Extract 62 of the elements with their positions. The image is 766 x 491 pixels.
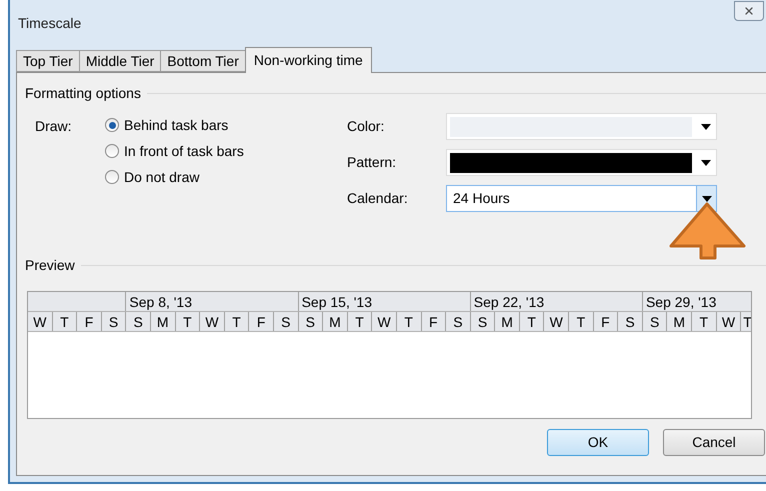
group-title: Formatting options [25, 84, 141, 103]
dialog-button[interactable]: OK [547, 429, 649, 456]
day-label: W [716, 312, 742, 331]
swatch-dropdown[interactable] [446, 113, 717, 140]
draw-label: Draw: [35, 117, 73, 136]
day-label: T [396, 312, 422, 331]
group-title: Preview [25, 256, 75, 275]
field-label: Pattern: [347, 153, 398, 172]
day-label: S [298, 312, 324, 331]
day-label: W [372, 312, 397, 331]
tab[interactable]: Non-working time [244, 47, 372, 73]
day-label: T [520, 312, 544, 331]
day-label: M [667, 312, 692, 331]
radio-button[interactable] [105, 144, 119, 158]
radio-option[interactable]: Behind task bars [105, 116, 347, 134]
tab[interactable]: Middle Tier [78, 50, 160, 72]
dropdown-arrow-icon [701, 124, 711, 130]
day-label: F [249, 312, 274, 331]
radio-button[interactable] [105, 118, 119, 132]
week-label: Sep 8, '13 [129, 294, 192, 310]
close-button[interactable] [734, 1, 764, 21]
day-label: F [77, 312, 102, 331]
calendar-dropdown[interactable]: 24 Hours [446, 185, 717, 212]
day-label: T [176, 312, 200, 331]
day-label: T [742, 313, 751, 331]
day-label: M [495, 312, 520, 331]
day-label: T [569, 312, 594, 331]
radio-option[interactable]: In front of task bars [105, 142, 347, 160]
day-label: T [348, 312, 372, 331]
day-label: T [52, 312, 78, 331]
day-label: S [470, 312, 496, 331]
day-label: T [692, 312, 717, 331]
day-label: S [102, 312, 126, 331]
radio-button[interactable] [105, 170, 119, 184]
day-label: M [323, 312, 348, 331]
week-label: Sep 22, '13 [474, 294, 544, 310]
week-label: Sep 29, '13 [646, 294, 716, 310]
week-label: Sep 15, '13 [302, 294, 372, 310]
day-label: W [200, 312, 225, 331]
dropdown-arrow-icon [701, 160, 711, 166]
day-label: M [150, 312, 176, 331]
dropdown-arrow-icon [702, 196, 712, 202]
day-label: S [274, 312, 299, 331]
day-label: S [126, 312, 151, 331]
day-label: T [224, 312, 250, 331]
day-label: F [422, 312, 446, 331]
day-label: F [594, 312, 618, 331]
close-icon [743, 5, 755, 17]
field-value: 24 Hours [452, 189, 511, 208]
window-title: Timescale [18, 14, 82, 32]
dialog-button[interactable]: Cancel [663, 429, 765, 456]
field-label: Color: [347, 117, 386, 136]
day-label: S [446, 312, 471, 331]
field-label: Calendar: [347, 189, 409, 208]
swatch-dropdown[interactable] [446, 149, 717, 176]
day-label: W [28, 312, 53, 331]
day-label: W [544, 312, 570, 331]
day-label: S [642, 312, 668, 331]
day-label: S [618, 312, 643, 331]
tab[interactable]: Top Tier [16, 50, 79, 72]
tab[interactable]: Bottom Tier [160, 50, 245, 72]
radio-option[interactable]: Do not draw [105, 168, 347, 186]
